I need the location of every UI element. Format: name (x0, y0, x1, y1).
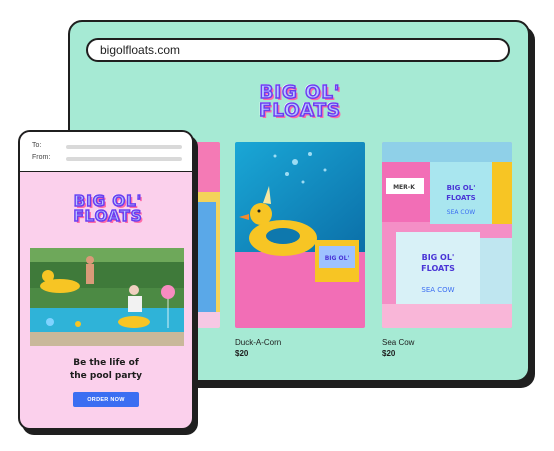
svg-text:FLOATS: FLOATS (446, 194, 475, 202)
product-image-sea-cow[interactable]: MER-K BIG OL' FLOATS SEA COW BIG OL' FLO… (382, 142, 512, 328)
to-label: To: (32, 142, 42, 149)
email-logo-line-2: FLOATS (73, 207, 143, 225)
duck-float-photo: BIG OL' (235, 142, 365, 328)
to-field[interactable] (66, 145, 182, 149)
product-image-partial[interactable] (190, 142, 220, 328)
email-tagline: Be the life of the pool party (20, 357, 192, 383)
from-field[interactable] (66, 157, 182, 161)
order-now-button[interactable]: ORDER NOW (73, 392, 139, 407)
sea-cow-boxes-photo: MER-K BIG OL' FLOATS SEA COW BIG OL' FLO… (382, 142, 512, 328)
svg-text:BIG OL': BIG OL' (422, 253, 455, 262)
tagline-line-1: Be the life of (73, 358, 139, 368)
from-label: From: (32, 154, 51, 161)
address-bar[interactable]: bigolfloats.com (86, 38, 510, 62)
email-preview: To: From: BIG OL' FLOATS Be the life of … (18, 130, 194, 430)
logo-line-2: FLOATS (258, 100, 341, 121)
box-label-sea-cow-top: SEA COW (447, 209, 476, 216)
url-text: bigolfloats.com (100, 43, 181, 57)
tagline-line-2: the pool party (69, 371, 143, 381)
product-image-duck-a-corn[interactable]: BIG OL' (235, 142, 365, 328)
box-label-mer-k: MER-K (393, 184, 415, 191)
email-logo: BIG OL' FLOATS (58, 193, 158, 225)
product-price-duck-a-corn: $20 (235, 349, 249, 358)
svg-text:BIG OL': BIG OL' (325, 255, 350, 262)
product-name-duck-a-corn[interactable]: Duck-A-Corn (235, 338, 281, 347)
product-price-sea-cow: $20 (382, 349, 396, 358)
svg-text:FLOATS: FLOATS (421, 264, 455, 273)
email-header: To: From: (20, 132, 192, 172)
email-hero-image (30, 248, 184, 346)
pool-party-photo (30, 248, 184, 346)
site-logo[interactable]: BIG OL' FLOATS (235, 83, 365, 121)
partial-product-photo (190, 142, 220, 328)
product-name-sea-cow[interactable]: Sea Cow (382, 338, 414, 347)
svg-text:BIG OL': BIG OL' (447, 184, 476, 192)
box-label-sea-cow-bottom: SEA COW (421, 286, 454, 294)
